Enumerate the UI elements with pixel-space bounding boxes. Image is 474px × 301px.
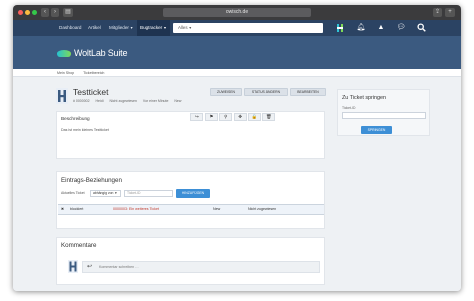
comment-input[interactable]: ↩ Kommentar schreiben … [82,261,320,273]
lock-icon[interactable]: 🔒 [247,113,261,121]
chevron-down-icon: ▼ [114,191,118,195]
pin-icon[interactable]: ⚲ [219,113,233,121]
breadcrumb-item[interactable]: Ticketbereich [83,71,104,75]
change-status-button[interactable]: STATUS ÄNDERN [244,88,288,96]
page-title: Testticket [73,87,109,97]
nav-item-mitglieder[interactable]: Mitglieder▼ [106,20,137,36]
related-ticket-link[interactable]: 0000003: Ein weiteres Ticket [113,205,159,214]
site-header: WoltLab Suite [13,36,461,69]
share-button[interactable]: ⇪ [433,8,442,17]
sidebar-toggle-button[interactable]: ▤ [63,8,73,17]
jump-to-ticket-panel: Zu Ticket springen Ticket-ID SPRINGEN [337,89,430,136]
description-text: Das ist mein kleines Testticket [61,128,109,132]
section-heading: Eintrags-Beziehungen [61,177,122,184]
nav-label: Bugtracker [140,25,163,30]
section-heading: Kommentare [61,242,97,249]
ticket-id-input[interactable] [342,112,426,119]
button-label: ZUWEISEN [217,90,235,94]
relation-type-select[interactable]: abhängig von▼ [90,190,121,197]
chevron-down-icon: ▼ [188,26,192,30]
section-heading: Beschreibung [61,116,90,121]
ticket-toolbar: ↪ ⚑ ⚲ ✥ 🔒 🗑 [189,113,276,121]
ticket-avatar-icon [56,88,68,104]
main-navigation: Dashboard Artikel Mitglieder▼ Bugtracker… [13,20,461,36]
close-window-button[interactable] [18,10,23,15]
avatar [68,260,78,273]
share-icon[interactable]: ↪ [190,113,204,121]
minimize-window-button[interactable] [25,10,30,15]
button-label: STATUS ÄNDERN [251,90,281,94]
relation-row: ✖ blockiert 0000003: Ein weiteres Ticket… [58,204,324,215]
logo-mark-icon [57,49,71,57]
ticket-assignee: Nicht zugewiesen [109,99,137,103]
nav-label: Mitglieder [109,25,129,30]
address-bar[interactable]: owisch.de [163,8,311,17]
nav-item-artikel[interactable]: Artikel [85,20,106,36]
comment-placeholder: Kommentar schreiben … [99,265,139,269]
block-icon: ✖ [61,207,65,211]
search-scope-label: Alles [178,25,188,30]
breadcrumb-item[interactable]: Mein Shop [57,71,74,75]
relation-assignee: Nicht zugewiesen [248,207,277,211]
browser-toolbar: ‹ › ▤ owisch.de ⇪ + [13,5,461,20]
select-value: abhängig von [93,191,114,195]
search-scope-select[interactable]: Alles▼ [178,23,192,33]
brand-name: WoltLab Suite [74,48,128,58]
ticket-meta: # 0000002 Heidi Nicht zugewiesen Vor ein… [73,99,186,103]
flag-icon[interactable]: ⚑ [204,113,218,121]
forward-button[interactable]: › [51,8,59,17]
jump-button[interactable]: SPRINGEN [361,126,392,134]
zoom-window-button[interactable] [32,10,37,15]
nav-item-dashboard[interactable]: Dashboard [55,20,85,36]
nav-label: Artikel [88,25,101,30]
related-ticket-input[interactable]: Ticket-ID [124,190,173,197]
panel-heading: Zu Ticket springen [342,95,387,101]
content-area: Testticket # 0000002 Heidi Nicht zugewie… [13,77,461,291]
assign-button[interactable]: ZUWEISEN [210,88,242,96]
search-icon[interactable] [416,23,426,33]
chat-icon[interactable]: 💬︎ [396,23,406,33]
nav-label: Dashboard [59,25,82,30]
edit-button[interactable]: BEARBEITEN [290,88,326,96]
site-logo[interactable]: WoltLab Suite [57,48,127,58]
relation-type: blockiert [70,207,84,211]
back-button[interactable]: ‹ [41,8,49,17]
ticket-id: # 0000002 [73,99,90,103]
alert-icon[interactable]: ▲ [376,23,386,33]
bell-icon[interactable]: 🔔︎ [356,23,366,33]
url-text: owisch.de [225,9,249,15]
comments-section: Kommentare ↩ Kommentar schreiben … [56,237,325,285]
chevron-down-icon: ▼ [163,26,167,30]
chevron-down-icon: ▼ [129,26,134,30]
add-relation-button[interactable]: HINZUFÜGEN [176,189,210,198]
button-label: BEARBEITEN [297,90,319,94]
nav-item-bugtracker[interactable]: Bugtracker▼ [137,20,170,36]
browser-window: ‹ › ▤ owisch.de ⇪ + Dashboard Artikel Mi… [13,5,461,291]
ticket-time: Vor einer Minute [142,99,169,103]
relation-status: New [213,207,221,211]
ticket-author[interactable]: Heidi [96,99,104,103]
breadcrumb: Mein Shop Ticketbereich [13,69,461,77]
move-icon[interactable]: ✥ [233,113,247,121]
relations-section: Eintrags-Beziehungen Aktuelles Ticket ab… [56,171,325,229]
ticket-id-label: Ticket-ID [342,106,356,110]
current-ticket-label: Aktuelles Ticket [61,191,85,195]
ticket-status: New [174,99,182,103]
trash-icon[interactable]: 🗑 [262,113,276,121]
new-tab-button[interactable]: + [445,8,455,17]
reply-icon: ↩ [87,264,93,270]
user-icon[interactable] [335,23,345,33]
search-bar[interactable]: Alles▼ [173,23,323,33]
